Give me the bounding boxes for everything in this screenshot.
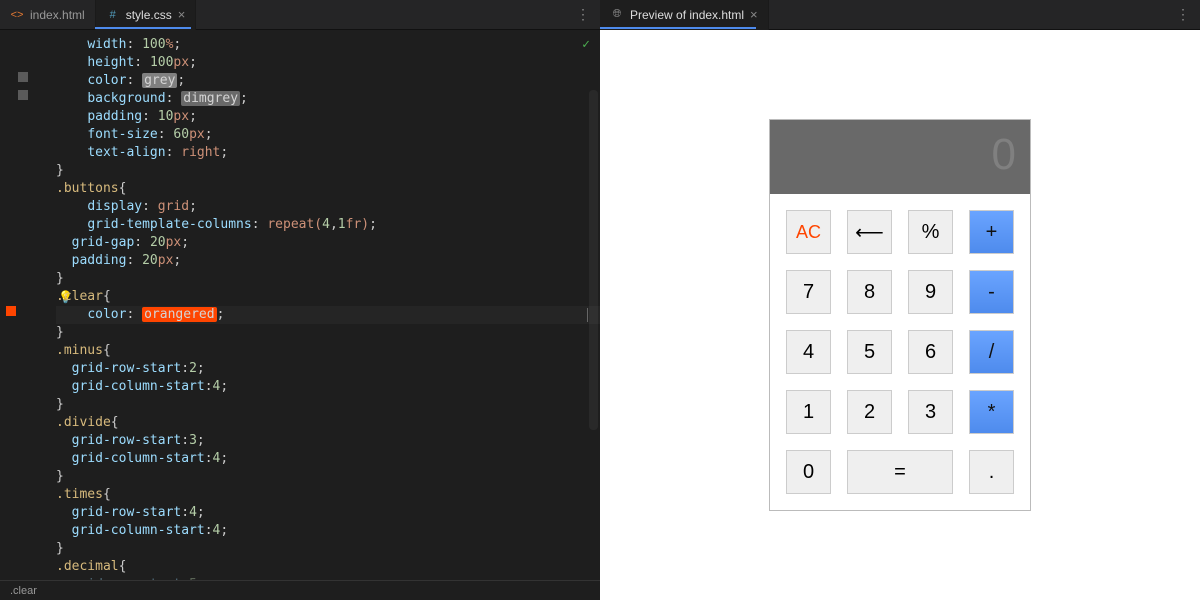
digit-6-button[interactable]: 6	[908, 330, 953, 374]
close-icon[interactable]: ×	[750, 7, 758, 22]
preview-tabbar: 🌐︎ Preview of index.html × ⋮	[600, 0, 1200, 30]
statusbar-selector: .clear	[10, 585, 37, 597]
minus-button[interactable]: -	[969, 270, 1014, 314]
digit-1-button[interactable]: 1	[786, 390, 831, 434]
digit-9-button[interactable]: 9	[908, 270, 953, 314]
digit-5-button[interactable]: 5	[847, 330, 892, 374]
calculator: 0 AC ⟵% +789- 456 / 123 * 0 =.	[769, 119, 1031, 511]
divide-button[interactable]: /	[969, 330, 1014, 374]
editor-gutter: 💡	[0, 30, 56, 600]
digit-4-button[interactable]: 4	[786, 330, 831, 374]
decimal-button[interactable]: .	[969, 450, 1014, 494]
html-file-icon: <>	[10, 8, 24, 22]
active-tab-underline	[600, 27, 756, 29]
tab-label: Preview of index.html	[630, 8, 744, 22]
digit-2-button[interactable]: 2	[847, 390, 892, 434]
percent-button[interactable]: %	[908, 210, 953, 254]
plus-button[interactable]: +	[969, 210, 1014, 254]
scrollbar-thumb[interactable]	[589, 90, 598, 430]
backspace-button[interactable]: ⟵	[847, 210, 892, 254]
editor-pane: <> index.html # style.css × ⋮ 💡 width: 1…	[0, 0, 600, 600]
times-button[interactable]: *	[969, 390, 1014, 434]
tab-index-html[interactable]: <> index.html	[0, 0, 96, 30]
active-tab-underline	[95, 27, 191, 29]
clear-button[interactable]: AC	[786, 210, 831, 254]
digit-7-button[interactable]: 7	[786, 270, 831, 314]
calc-button-grid: AC ⟵% +789- 456 / 123 * 0 =.	[770, 194, 1030, 510]
no-problems-check-icon: ✓	[582, 36, 590, 54]
tab-preview[interactable]: 🌐︎ Preview of index.html ×	[600, 0, 769, 30]
tab-label: style.css	[126, 8, 172, 22]
statusbar: .clear	[0, 580, 600, 600]
equals-button[interactable]: =	[847, 450, 953, 494]
preview-body: 0 AC ⟵% +789- 456 / 123 * 0 =.	[600, 30, 1200, 600]
tab-style-css[interactable]: # style.css ×	[96, 0, 197, 30]
editor-tabbar: <> index.html # style.css × ⋮	[0, 0, 600, 30]
calc-display: 0	[770, 120, 1030, 194]
digit-8-button[interactable]: 8	[847, 270, 892, 314]
globe-icon: 🌐︎	[610, 8, 624, 22]
digit-3-button[interactable]: 3	[908, 390, 953, 434]
code-editor[interactable]: 💡 width: 100%; height: 100px; color: gre…	[0, 30, 600, 600]
tab-more-icon[interactable]: ⋮	[566, 6, 600, 23]
preview-pane: 🌐︎ Preview of index.html × ⋮ 0 AC ⟵% +789-…	[600, 0, 1200, 600]
tab-label: index.html	[30, 8, 85, 22]
css-file-icon: #	[106, 8, 120, 22]
close-icon[interactable]: ×	[178, 7, 186, 22]
code-area[interactable]: width: 100%; height: 100px; color: grey;…	[56, 30, 600, 600]
digit-0-button[interactable]: 0	[786, 450, 831, 494]
tab-more-icon[interactable]: ⋮	[1166, 6, 1200, 23]
